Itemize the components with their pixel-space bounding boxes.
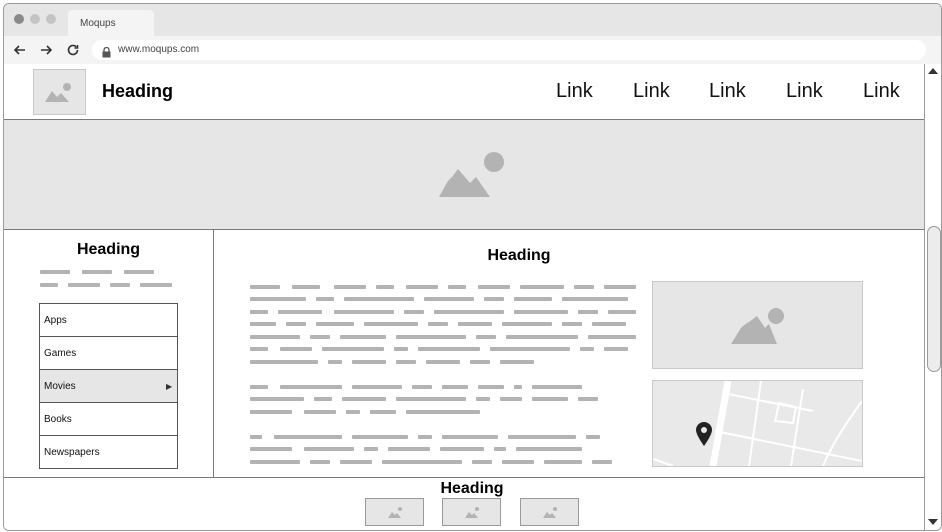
sidebar-heading: Heading [76, 241, 141, 258]
footer-heading: Heading [440, 480, 504, 497]
browser-window: Moqups www.moqups.com Heading Link Link … [3, 3, 942, 531]
address-bar[interactable]: www.moqups.com [92, 40, 926, 60]
browser-titlebar: Moqups [4, 4, 941, 36]
nav-link-2[interactable]: Link [633, 80, 670, 103]
lock-icon [102, 45, 111, 63]
map-pin-icon[interactable] [695, 421, 713, 452]
browser-toolbar: www.moqups.com [4, 36, 941, 65]
site-heading: Heading [102, 81, 174, 101]
back-arrow-icon[interactable] [12, 42, 28, 58]
main-content: Heading [214, 229, 924, 477]
forward-arrow-icon[interactable] [38, 42, 54, 58]
image-placeholder-icon [543, 507, 557, 518]
scroll-up-arrow-icon[interactable] [928, 68, 938, 74]
menu-item-games[interactable]: Games [40, 337, 177, 370]
text-placeholder-block [250, 285, 640, 465]
minimize-window-dot[interactable] [30, 14, 40, 24]
hero-banner [4, 120, 924, 230]
map-widget[interactable] [652, 380, 863, 467]
maximize-window-dot[interactable] [46, 14, 56, 24]
vertical-scrollbar[interactable] [924, 64, 941, 530]
menu-item-newspapers[interactable]: Newspapers [40, 436, 177, 469]
caret-right-icon: ▶ [166, 382, 173, 391]
scrollbar-thumb[interactable] [927, 226, 941, 372]
category-menu: Apps Games Movies ▶ Books Newspapers [39, 303, 178, 469]
image-placeholder-icon [436, 150, 510, 205]
content-image-placeholder [652, 281, 863, 369]
page-viewport: Heading Link Link Link Link Link Heading [4, 64, 924, 530]
reload-icon[interactable] [65, 42, 81, 58]
nav-link-1[interactable]: Link [556, 80, 593, 103]
image-placeholder-icon [33, 69, 86, 115]
menu-item-movies[interactable]: Movies ▶ [40, 370, 177, 403]
close-window-dot[interactable] [14, 14, 24, 24]
menu-item-label: Movies [44, 381, 76, 392]
image-placeholder-icon [465, 507, 479, 518]
footer-thumbnail-3[interactable] [520, 498, 579, 526]
content-heading: Heading [487, 247, 551, 264]
image-placeholder-icon [729, 304, 789, 351]
browser-tab[interactable]: Moqups [68, 10, 154, 36]
menu-item-books[interactable]: Books [40, 403, 177, 436]
url-text: www.moqups.com [118, 44, 200, 55]
scroll-down-arrow-icon[interactable] [928, 519, 938, 525]
nav-link-5[interactable]: Link [863, 80, 900, 103]
menu-item-apps[interactable]: Apps [40, 304, 177, 337]
nav-link-3[interactable]: Link [709, 80, 746, 103]
map-streets [653, 381, 862, 466]
image-placeholder-icon [388, 507, 402, 518]
footer-thumbnail-1[interactable] [365, 498, 424, 526]
sidebar: Heading Apps Games Movies ▶ Books Newspa… [4, 229, 214, 477]
footer-thumbnail-2[interactable] [442, 498, 501, 526]
site-header: Heading Link Link Link Link Link [4, 64, 924, 120]
nav-link-4[interactable]: Link [786, 80, 823, 103]
site-footer: Heading [4, 477, 924, 530]
